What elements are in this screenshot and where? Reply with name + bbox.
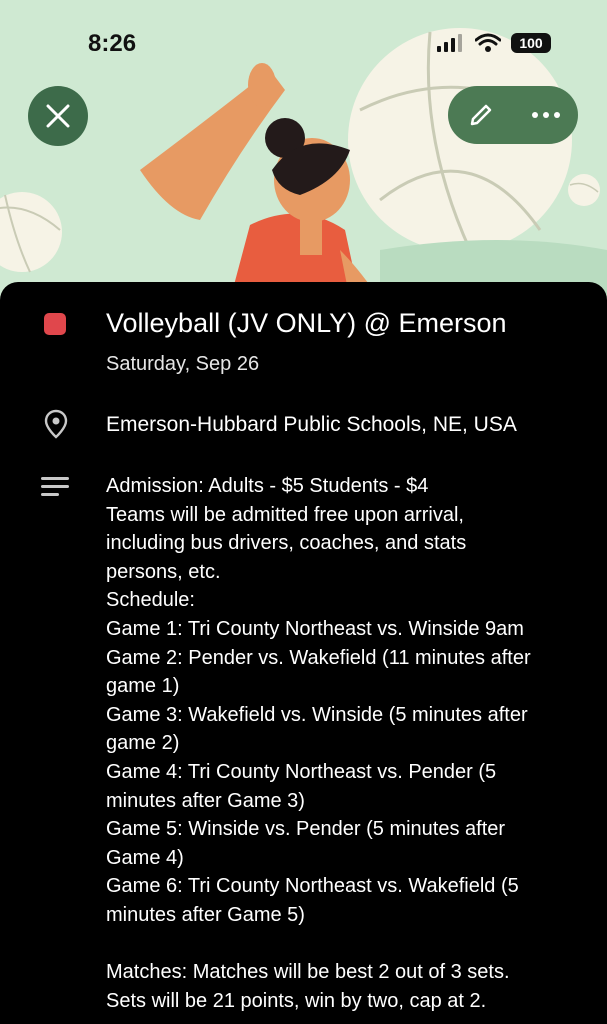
- description-line: Game 4: Tri County Northeast vs. Pender …: [106, 760, 497, 783]
- event-color-indicator: [44, 313, 66, 335]
- location-pin-icon: [44, 409, 68, 439]
- description-line: Sets will be 21 points, win by two, cap …: [106, 989, 487, 1012]
- description-line: minutes after Game 5): [106, 903, 305, 926]
- description-line: persons, etc.: [106, 560, 221, 583]
- event-date: Saturday, Sep 26: [106, 353, 260, 375]
- description-line: Matches: Matches will be best 2 out of 3…: [106, 961, 510, 984]
- description-line: Game 1: Tri County Northeast vs. Winside…: [106, 617, 524, 640]
- description-icon: [41, 477, 69, 496]
- event-actions: [448, 86, 578, 144]
- description-line: Game 4): [106, 846, 184, 869]
- description-line: Game 2: Pender vs. Wakefield (11 minutes…: [106, 646, 531, 669]
- description-blank-line: [106, 930, 596, 959]
- description-line: minutes after Game 3): [106, 789, 305, 812]
- description-line: Schedule:: [106, 589, 195, 612]
- close-button[interactable]: [28, 86, 88, 146]
- close-icon: [46, 104, 70, 128]
- description-line: Game 3: Wakefield vs. Winside (5 minutes…: [106, 703, 528, 726]
- pencil-icon: [470, 104, 491, 126]
- description-line: Game 5: Winside vs. Pender (5 minutes af…: [106, 818, 506, 841]
- event-details-sheet: Volleyball (JV ONLY) @ Emerson Saturday,…: [0, 282, 607, 1024]
- event-location[interactable]: Emerson-Hubbard Public Schools, NE, USA: [106, 411, 517, 439]
- wifi-icon: [475, 33, 501, 52]
- event-description: Admission: Adults - $5 Students - $4 Team…: [106, 472, 596, 1015]
- description-line: including bus drivers, coaches, and stat…: [106, 532, 467, 555]
- cellular-signal-icon: [437, 34, 462, 52]
- status-bar: 8:26 100: [0, 0, 607, 60]
- edit-button[interactable]: [461, 95, 501, 135]
- description-line: Teams will be admitted free upon arrival…: [106, 503, 464, 526]
- description-line: Game 6: Tri County Northeast vs. Wakefie…: [106, 875, 519, 898]
- description-line: game 1): [106, 675, 180, 698]
- header-illustration: 8:26 100: [0, 0, 607, 300]
- status-icons: 100: [437, 33, 551, 53]
- event-title: Volleyball (JV ONLY) @ Emerson: [106, 308, 507, 338]
- battery-level: 100: [519, 35, 543, 51]
- battery-icon: 100: [511, 33, 551, 53]
- description-line: Admission: Adults - $5 Students - $4: [106, 475, 429, 497]
- status-time: 8:26: [88, 30, 137, 57]
- more-options-button[interactable]: [526, 95, 566, 135]
- description-line: game 2): [106, 732, 180, 755]
- more-horizontal-icon: [531, 112, 560, 118]
